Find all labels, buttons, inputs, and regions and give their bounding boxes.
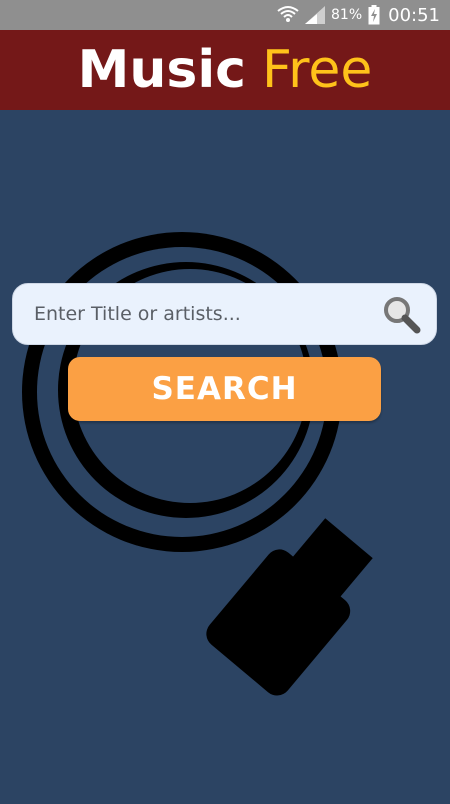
search-box[interactable] [12,283,437,345]
app-header: Music Free [0,30,450,110]
background-magnifier-icon [0,110,450,800]
magnifier-icon[interactable] [382,295,422,339]
search-input[interactable] [32,293,376,335]
clock: 00:51 [388,4,440,26]
battery-charging-icon [368,5,380,25]
battery-percent: 81% [331,7,363,23]
app-title-music: Music [77,40,246,100]
status-bar: 81% 00:51 [0,0,450,30]
signal-icon [305,6,325,24]
app-title-free: Free [262,40,373,100]
wifi-icon [277,5,299,25]
search-button[interactable]: SEARCH [68,357,381,421]
